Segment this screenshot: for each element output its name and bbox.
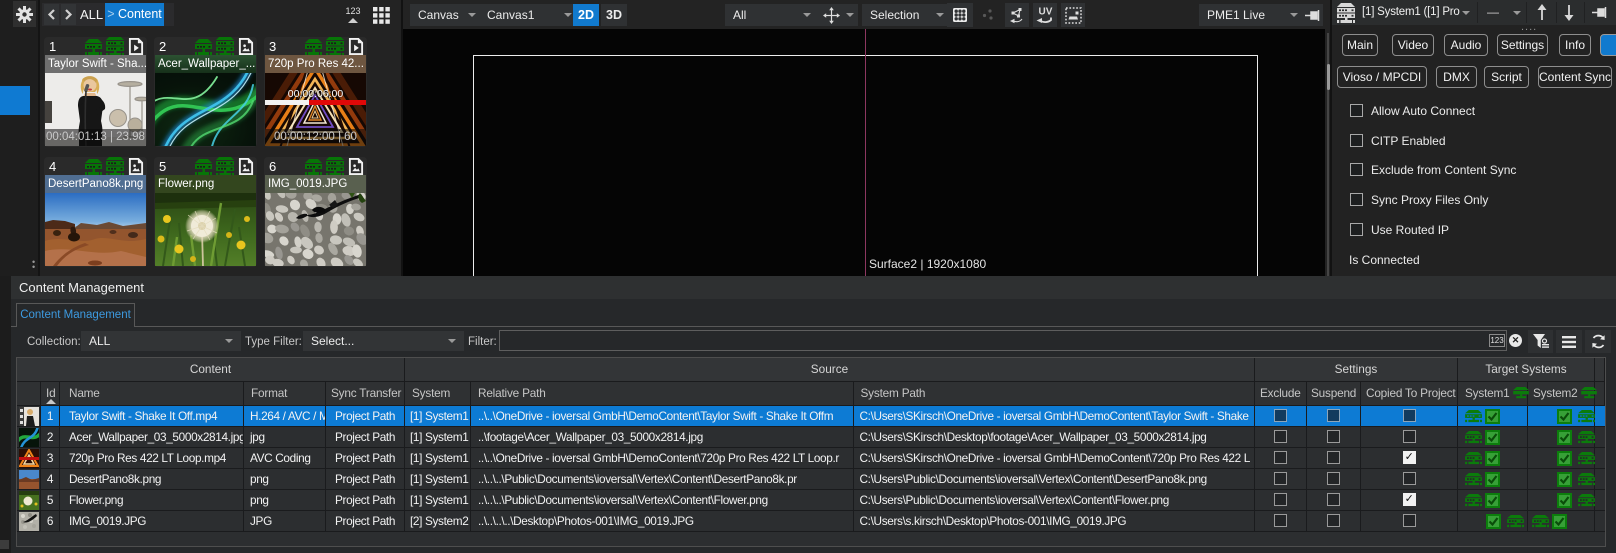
svg-text:UV: UV <box>1039 7 1053 18</box>
